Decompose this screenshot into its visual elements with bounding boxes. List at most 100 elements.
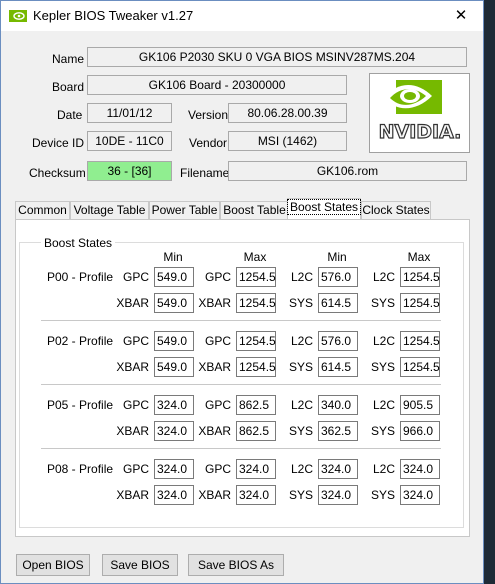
clock-domain-label: SYS (370, 360, 395, 374)
clock-domain-label: SYS (370, 296, 395, 310)
board-label: Board (52, 80, 85, 94)
clock-value-input[interactable]: 324.0 (154, 459, 194, 479)
col-header-min-1: Min (163, 250, 183, 264)
clock-value-input[interactable]: 324.0 (236, 485, 276, 505)
clock-domain-label: GPC (204, 462, 231, 476)
main-window: Kepler BIOS Tweaker v1.27 ✕ Name GK106 P… (0, 0, 484, 584)
board-field[interactable]: GK106 Board - 20300000 (87, 75, 347, 95)
nvidia-app-icon (9, 10, 27, 22)
clock-domain-label: SYS (370, 424, 395, 438)
clock-domain-label: GPC (122, 462, 149, 476)
clock-value-input[interactable]: 324.0 (154, 421, 194, 441)
clock-domain-label: XBAR (198, 296, 231, 310)
clock-domain-label: GPC (204, 334, 231, 348)
profile-label: P02 - Profile (47, 334, 114, 348)
clock-domain-label: XBAR (116, 488, 149, 502)
checksum-field[interactable]: 36 - [36] (87, 161, 172, 181)
clock-value-input[interactable]: 614.5 (318, 357, 358, 377)
tab-voltage-table[interactable]: Voltage Table (70, 201, 149, 219)
version-label: Version (188, 108, 229, 122)
close-icon[interactable]: ✕ (439, 1, 483, 31)
tab-boost-table[interactable]: Boost Table (220, 201, 289, 219)
clock-value-input[interactable]: 862.5 (236, 395, 276, 415)
clock-value-input[interactable]: 614.5 (318, 293, 358, 313)
clock-value-input[interactable]: 1254.5 (400, 331, 440, 351)
profile-separator (41, 320, 441, 321)
clock-domain-label: GPC (204, 398, 231, 412)
filename-label: Filename (180, 166, 230, 180)
save-bios-as-button[interactable]: Save BIOS As (188, 554, 284, 576)
clock-domain-label: SYS (288, 424, 313, 438)
profile-label: P05 - Profile (47, 398, 114, 412)
clock-value-input[interactable]: 324.0 (318, 485, 358, 505)
clock-value-input[interactable]: 1254.5 (236, 331, 276, 351)
clock-value-input[interactable]: 1254.5 (400, 357, 440, 377)
name-label: Name (52, 52, 85, 66)
clock-value-input[interactable]: 1254.5 (400, 267, 440, 287)
clock-domain-label: XBAR (116, 424, 149, 438)
tab-boost-states[interactable]: Boost States (286, 198, 362, 219)
clock-value-input[interactable]: 340.0 (318, 395, 358, 415)
clock-domain-label: XBAR (116, 296, 149, 310)
clock-value-input[interactable]: 324.0 (400, 485, 440, 505)
clock-domain-label: L2C (290, 270, 313, 284)
clock-value-input[interactable]: 324.0 (154, 395, 194, 415)
clock-domain-label: L2C (372, 270, 395, 284)
clock-value-input[interactable]: 324.0 (154, 485, 194, 505)
version-field[interactable]: 80.06.28.00.39 (228, 103, 347, 123)
name-field[interactable]: GK106 P2030 SKU 0 VGA BIOS MSINV287MS.20… (87, 47, 467, 67)
profile-separator (41, 384, 441, 385)
col-header-min-2: Min (327, 250, 347, 264)
filename-field[interactable]: GK106.rom (228, 161, 467, 181)
window-title: Kepler BIOS Tweaker v1.27 (33, 8, 194, 23)
checksum-label: Checksum (29, 166, 86, 180)
tab-clock-states[interactable]: Clock States (361, 201, 431, 219)
vendor-label: Vendor (189, 136, 228, 150)
clock-value-input[interactable]: 549.0 (154, 293, 194, 313)
clock-domain-label: GPC (204, 270, 231, 284)
vendor-field[interactable]: MSI (1462) (228, 131, 347, 151)
clock-domain-label: SYS (288, 360, 313, 374)
nvidia-logo: NVIDIA. (369, 73, 470, 153)
date-label: Date (57, 108, 83, 122)
clock-value-input[interactable]: 549.0 (154, 331, 194, 351)
clock-value-input[interactable]: 324.0 (400, 459, 440, 479)
clock-value-input[interactable]: 324.0 (236, 459, 276, 479)
clock-value-input[interactable]: 576.0 (318, 331, 358, 351)
clock-value-input[interactable]: 549.0 (154, 357, 194, 377)
clock-value-input[interactable]: 324.0 (318, 459, 358, 479)
clock-value-input[interactable]: 576.0 (318, 267, 358, 287)
clock-value-input[interactable]: 362.5 (318, 421, 358, 441)
profile-separator (41, 448, 441, 449)
profile-label: P08 - Profile (47, 462, 114, 476)
clock-value-input[interactable]: 966.0 (400, 421, 440, 441)
save-bios-button[interactable]: Save BIOS (102, 554, 178, 576)
clock-domain-label: L2C (372, 398, 395, 412)
clock-domain-label: XBAR (198, 424, 231, 438)
clock-value-input[interactable]: 549.0 (154, 267, 194, 287)
device-id-label: Device ID (32, 136, 85, 150)
clock-domain-label: L2C (290, 462, 313, 476)
clock-domain-label: L2C (372, 462, 395, 476)
date-field[interactable]: 11/01/12 (87, 103, 172, 123)
nvidia-logo-text: NVIDIA. (379, 121, 462, 143)
clock-domain-label: L2C (290, 334, 313, 348)
device-id-field[interactable]: 10DE - 11C0 (87, 131, 172, 151)
clock-domain-label: XBAR (198, 488, 231, 502)
clock-value-input[interactable]: 862.5 (236, 421, 276, 441)
clock-value-input[interactable]: 905.5 (400, 395, 440, 415)
nvidia-eye-icon: NVIDIA. (378, 80, 462, 144)
col-header-max-2: Max (407, 250, 431, 264)
tab-common[interactable]: Common (15, 201, 70, 219)
clock-value-input[interactable]: 1254.5 (236, 293, 276, 313)
col-header-max-1: Max (243, 250, 267, 264)
clock-value-input[interactable]: 1254.5 (236, 267, 276, 287)
clock-domain-label: GPC (122, 334, 149, 348)
clock-value-input[interactable]: 1254.5 (236, 357, 276, 377)
clock-domain-label: SYS (288, 296, 313, 310)
clock-value-input[interactable]: 1254.5 (400, 293, 440, 313)
clock-domain-label: L2C (372, 334, 395, 348)
clock-domain-label: SYS (288, 488, 313, 502)
open-bios-button[interactable]: Open BIOS (16, 554, 90, 576)
tab-power-table[interactable]: Power Table (149, 201, 220, 219)
